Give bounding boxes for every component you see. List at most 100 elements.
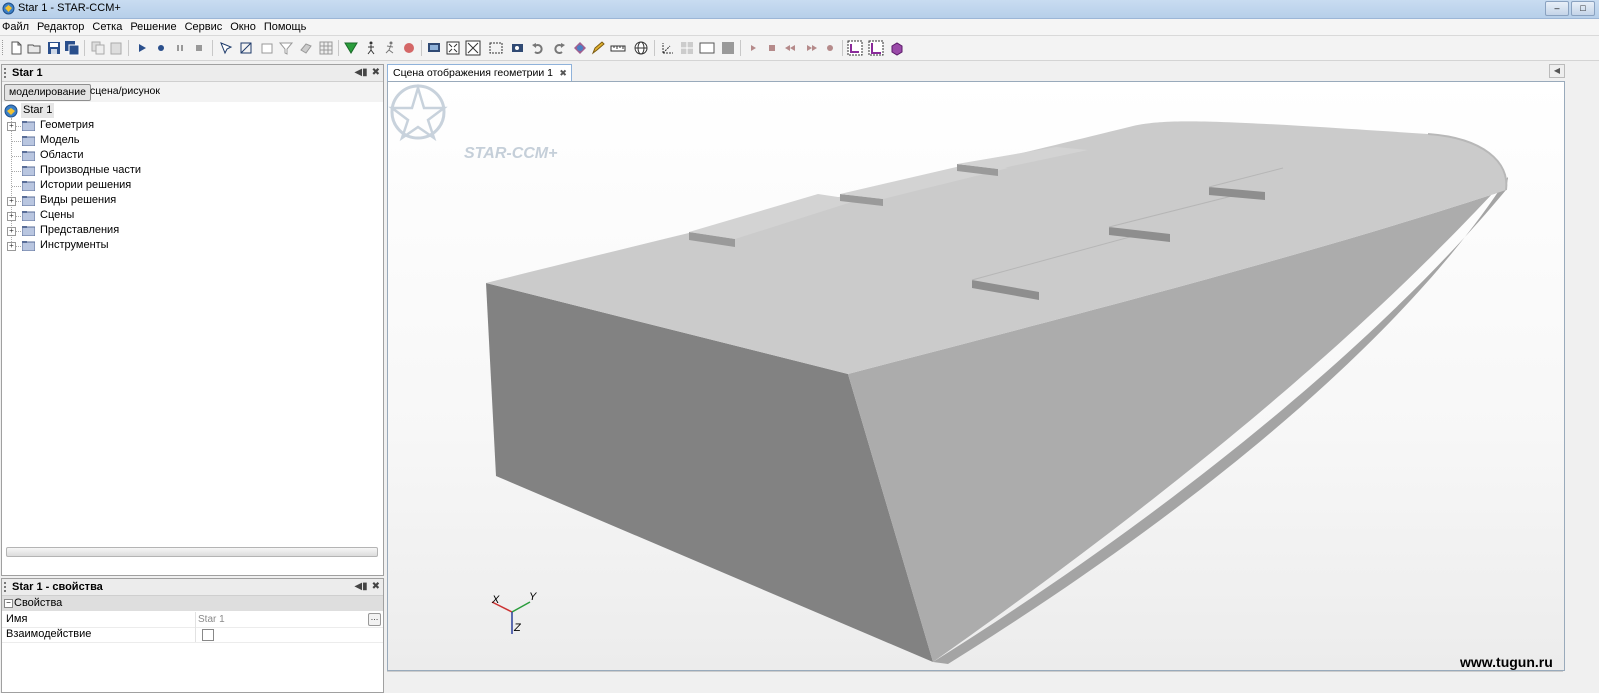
- red-dot-icon[interactable]: [401, 40, 417, 56]
- expand-representations-icon[interactable]: +: [7, 227, 16, 236]
- axis-z-label: Z: [514, 622, 521, 634]
- minimize-button[interactable]: –: [1545, 1, 1569, 16]
- collapse-icon[interactable]: −: [4, 599, 13, 608]
- expand-scenes-icon[interactable]: +: [7, 212, 16, 221]
- copy-icon[interactable]: [90, 40, 106, 56]
- stop-icon[interactable]: [191, 40, 207, 56]
- menu-tools[interactable]: Сервис: [181, 19, 227, 35]
- select-icon[interactable]: [218, 40, 234, 56]
- title-bar: Star 1 - STAR-CCM+ – □: [0, 0, 1599, 19]
- tab-scene-plot[interactable]: сцена/рисунок: [86, 84, 164, 99]
- tab-list-arrow-icon[interactable]: ◀: [1549, 64, 1565, 78]
- frame2-icon[interactable]: [720, 40, 736, 56]
- menu-window[interactable]: Окно: [226, 19, 260, 35]
- flag-icon[interactable]: [343, 40, 359, 56]
- folder-icon: [22, 241, 35, 251]
- run-man-icon[interactable]: [382, 40, 398, 56]
- camera-icon[interactable]: [510, 40, 526, 56]
- logo-text: STAR-CCM+: [464, 145, 558, 162]
- tree-item-model[interactable]: Модель: [40, 133, 79, 148]
- pause-icon[interactable]: [172, 40, 188, 56]
- open-file-icon[interactable]: [26, 40, 42, 56]
- tree-item-regions[interactable]: Области: [40, 148, 84, 163]
- shapes-icon[interactable]: [572, 40, 588, 56]
- menu-help[interactable]: Помощь: [260, 19, 311, 35]
- rewind-icon[interactable]: [783, 40, 799, 56]
- run-icon[interactable]: [134, 40, 150, 56]
- tree-item-solution-histories[interactable]: Истории решения: [40, 178, 131, 193]
- rect-select-icon[interactable]: [488, 40, 504, 56]
- close-panel-icon[interactable]: ✖: [372, 67, 380, 78]
- folder-icon: [22, 226, 35, 236]
- play-icon[interactable]: [745, 40, 761, 56]
- axes-icon[interactable]: [660, 40, 676, 56]
- main-toolbar: [0, 36, 1599, 61]
- interaction-checkbox[interactable]: [202, 629, 214, 641]
- frame-icon[interactable]: [699, 40, 715, 56]
- parts-icon[interactable]: [298, 40, 314, 56]
- walk-icon[interactable]: [363, 40, 379, 56]
- box-icon[interactable]: [259, 40, 275, 56]
- undo-icon[interactable]: [530, 40, 546, 56]
- scene-viewport[interactable]: STAR-CCM+ X Y Z: [387, 81, 1565, 671]
- tree-tabs: моделирование сцена/рисунок: [2, 82, 383, 102]
- tab-geometry-scene[interactable]: Сцена отображения геометрии 1 ✖: [387, 64, 572, 81]
- record-icon[interactable]: [153, 40, 169, 56]
- scene-tab-label: Сцена отображения геометрии 1: [393, 67, 553, 79]
- save-icon[interactable]: [46, 40, 62, 56]
- expand-geometry-icon[interactable]: +: [7, 122, 16, 131]
- grid-icon[interactable]: [679, 40, 695, 56]
- ruler-icon[interactable]: [610, 40, 626, 56]
- tree-item-scenes[interactable]: Сцены: [40, 208, 74, 223]
- property-row-interaction: Взаимодействие: [2, 627, 383, 643]
- crosshair-icon[interactable]: [465, 40, 481, 56]
- cube-icon[interactable]: [889, 40, 905, 56]
- panel-grip[interactable]: [4, 68, 8, 78]
- paste-icon[interactable]: [108, 40, 124, 56]
- tree-item-tools[interactable]: Инструменты: [40, 238, 109, 253]
- tab-modeling[interactable]: моделирование: [4, 84, 91, 101]
- menu-file[interactable]: Файл: [0, 19, 33, 35]
- ellipsis-button[interactable]: …: [368, 613, 381, 626]
- forward-icon[interactable]: [803, 40, 819, 56]
- corner-icon[interactable]: [847, 40, 863, 56]
- new-file-icon[interactable]: [8, 40, 24, 56]
- minimize-panel-icon[interactable]: ◀▮: [354, 581, 367, 592]
- folder-icon: [22, 136, 35, 146]
- axis-x-label: X: [492, 594, 500, 606]
- pencil-icon[interactable]: [590, 40, 606, 56]
- property-key: Имя: [6, 613, 28, 625]
- tree-item-derived-parts[interactable]: Производные части: [40, 163, 141, 178]
- dot-icon[interactable]: [822, 40, 838, 56]
- tree-item-solution-views[interactable]: Виды решения: [40, 193, 116, 208]
- menu-solution[interactable]: Решение: [126, 19, 180, 35]
- screen-icon[interactable]: [426, 40, 442, 56]
- globe-icon[interactable]: [633, 40, 649, 56]
- save-all-icon[interactable]: [64, 40, 80, 56]
- transform-icon[interactable]: [238, 40, 254, 56]
- fit-icon[interactable]: [445, 40, 461, 56]
- menu-edit[interactable]: Редактор: [33, 19, 88, 35]
- maximize-button[interactable]: □: [1571, 1, 1595, 16]
- expand-tools-icon[interactable]: +: [7, 242, 16, 251]
- tree-root[interactable]: Star 1: [21, 103, 55, 118]
- toolbar-grip[interactable]: [2, 40, 5, 55]
- tree-item-representations[interactable]: Представления: [40, 223, 119, 238]
- minimize-panel-icon[interactable]: ◀▮: [354, 67, 367, 78]
- property-value[interactable]: Star 1: [198, 612, 225, 627]
- axis-triad: [491, 601, 531, 634]
- expand-solution-views-icon[interactable]: +: [7, 197, 16, 206]
- filter-icon[interactable]: [278, 40, 294, 56]
- close-panel-icon[interactable]: ✖: [372, 581, 380, 592]
- properties-section-header[interactable]: − Свойства: [2, 596, 383, 611]
- tree-horizontal-scrollbar[interactable]: [6, 547, 378, 557]
- redo-icon[interactable]: [551, 40, 567, 56]
- menu-mesh[interactable]: Сетка: [88, 19, 126, 35]
- stop2-icon[interactable]: [764, 40, 780, 56]
- panel-grip[interactable]: [4, 582, 8, 592]
- corner2-icon[interactable]: [868, 40, 884, 56]
- tree-item-geometry[interactable]: Геометрия: [40, 118, 94, 133]
- close-tab-icon[interactable]: ✖: [559, 65, 567, 81]
- mesh-icon[interactable]: [318, 40, 334, 56]
- folder-icon: [22, 211, 35, 221]
